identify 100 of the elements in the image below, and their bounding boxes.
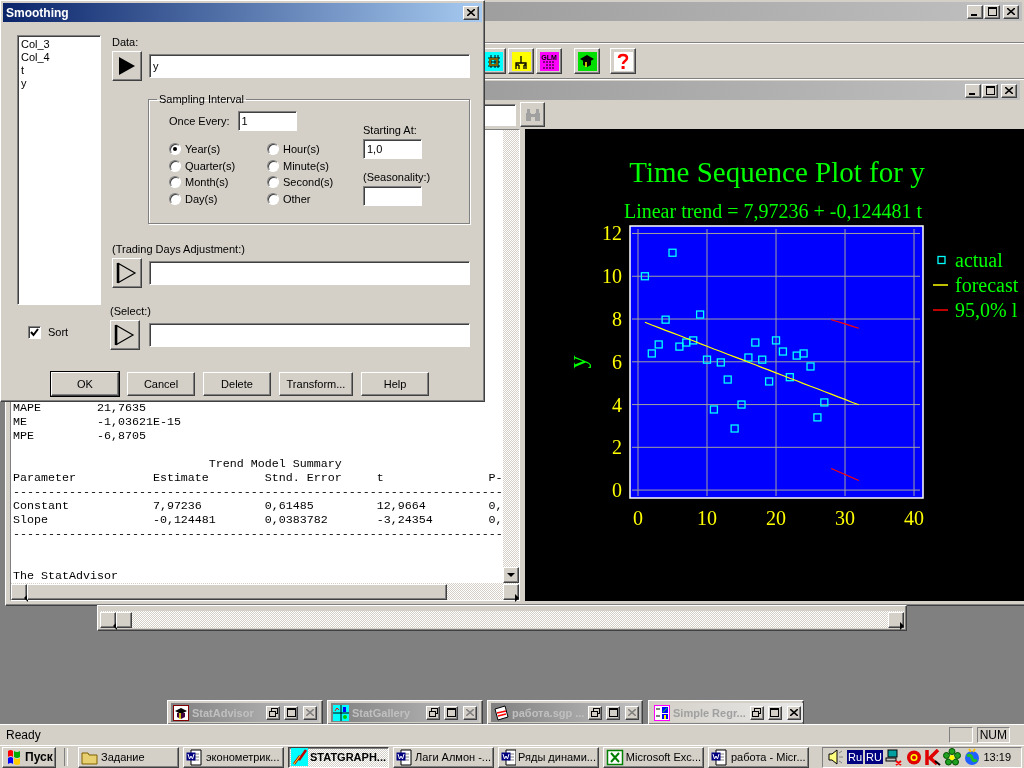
variable-list-item[interactable]: Col_4 [21,51,97,64]
dialog-button[interactable]: Delete [203,372,271,396]
close-icon [1007,8,1015,15]
variable-list-item[interactable]: y [21,77,97,90]
data-field[interactable]: y [149,54,470,78]
maximize-button[interactable] [284,705,298,720]
radio-label[interactable]: Year(s) [185,143,221,156]
close-button[interactable] [463,705,477,720]
triangle-outline-icon [114,324,136,346]
data-point [654,340,663,349]
spreadsheet-icon [606,748,624,766]
scroll-right-button[interactable] [888,611,904,628]
maximize-button[interactable] [444,705,458,720]
data-point [723,375,732,384]
close-button[interactable] [786,705,801,720]
taskbar-button[interactable]: работа - Micr... [708,746,809,768]
legend-label: 95,0% l [955,299,1018,321]
k-icon[interactable] [924,748,941,766]
radio-label[interactable]: Minute(s) [283,159,329,172]
language-indicator[interactable]: RU [865,750,883,764]
taskbar-button[interactable]: Задание [78,746,179,768]
globe-icon[interactable] [962,748,981,766]
restore-button[interactable] [749,705,764,720]
close-button[interactable] [625,705,640,720]
scroll-thumb[interactable] [116,611,132,628]
data-point [640,272,650,281]
radio-button[interactable] [169,176,181,189]
maximize-button[interactable] [984,4,1000,19]
binoculars-button[interactable] [520,102,545,127]
radio-label[interactable]: Other [283,192,311,205]
maximize-button[interactable] [606,705,621,720]
close-icon [789,709,798,716]
taskbar-button[interactable]: Ряды динами... [498,746,599,768]
scroll-down-button[interactable] [503,567,519,583]
radio-label[interactable]: Day(s) [185,192,218,205]
restore-button[interactable] [426,705,440,720]
radio-dot [173,147,177,152]
maximize-button[interactable] [982,83,998,98]
scroll-thumb[interactable] [27,583,447,600]
trading-days-arrow-button[interactable] [112,258,142,288]
data-point [744,353,753,362]
flower-icon[interactable] [942,748,961,766]
data-arrow-button[interactable] [112,51,142,81]
dialog-title: Smoothing [6,5,69,20]
variable-list[interactable]: Col_3 Col_4 t y [17,35,101,305]
taskbar-button[interactable]: Лаги Алмон -... [393,746,494,768]
once-every-field[interactable]: 1 [237,111,297,131]
close-button[interactable] [303,705,317,720]
speaker-icon[interactable] [827,749,845,765]
radio-button[interactable] [267,143,279,156]
radio-button[interactable] [169,143,181,156]
dialog-button[interactable]: Help [361,372,429,396]
starting-at-field[interactable]: 1,0 [363,139,422,159]
radio-button[interactable] [169,192,181,205]
radio-label[interactable]: Second(s) [283,176,334,189]
language-indicator[interactable]: Ru [847,750,864,764]
variable-list-item[interactable]: Col_3 [21,38,97,51]
radio-label[interactable]: Quarter(s) [185,159,236,172]
maximize-button[interactable] [767,705,782,720]
statistic-name: MPE [13,429,35,443]
vertical-scrollbar[interactable] [503,130,519,583]
restore-button[interactable] [588,705,603,720]
data-point [799,349,808,358]
dialog-button[interactable]: Cancel [127,372,195,396]
taskbar-button[interactable]: эконометрик... [183,746,284,768]
sort-checkbox[interactable] [28,325,41,339]
dialog-button[interactable]: Transform... [279,372,353,396]
horizontal-scrollbar[interactable] [100,611,904,628]
data-point [695,310,705,319]
trading-days-field[interactable] [149,261,470,285]
seasonality-field[interactable] [363,186,422,206]
field-label: (Select:) [110,304,152,318]
close-icon [1005,87,1013,94]
close-button[interactable] [1001,83,1017,98]
scroll-right-button[interactable] [503,583,519,600]
dialog-button[interactable]: OK [51,372,119,396]
start-button[interactable]: Пуск [2,746,56,768]
tree-diagram-button[interactable] [508,48,534,74]
help-button[interactable] [610,48,636,74]
taskbar-button[interactable]: Microsoft Exc... [603,746,704,768]
restore-button[interactable] [266,705,280,720]
table-title: Trend Model Summary [208,457,342,471]
horizontal-scrollbar[interactable] [11,583,519,600]
scroll-left-button[interactable] [100,611,116,628]
radio-label[interactable]: Month(s) [185,176,229,189]
taskbar-button[interactable]: STATGRAPH... [288,746,389,768]
minimize-button[interactable] [967,4,983,19]
close-button[interactable] [463,5,479,20]
legend-marker [932,284,949,286]
radio-label[interactable]: Hour(s) [283,143,320,156]
close-button[interactable] [1003,4,1019,19]
horseshoe-ring-icon[interactable] [904,748,923,766]
radio-button[interactable] [267,176,279,189]
variable-list-item[interactable]: t [21,64,97,77]
graduation-cap-button[interactable] [574,48,600,74]
scroll-left-button[interactable] [11,583,27,600]
select-arrow-button[interactable] [110,320,140,350]
network-computer-icon[interactable] [884,748,903,766]
select-field[interactable] [149,323,470,347]
minimize-button[interactable] [965,83,981,98]
